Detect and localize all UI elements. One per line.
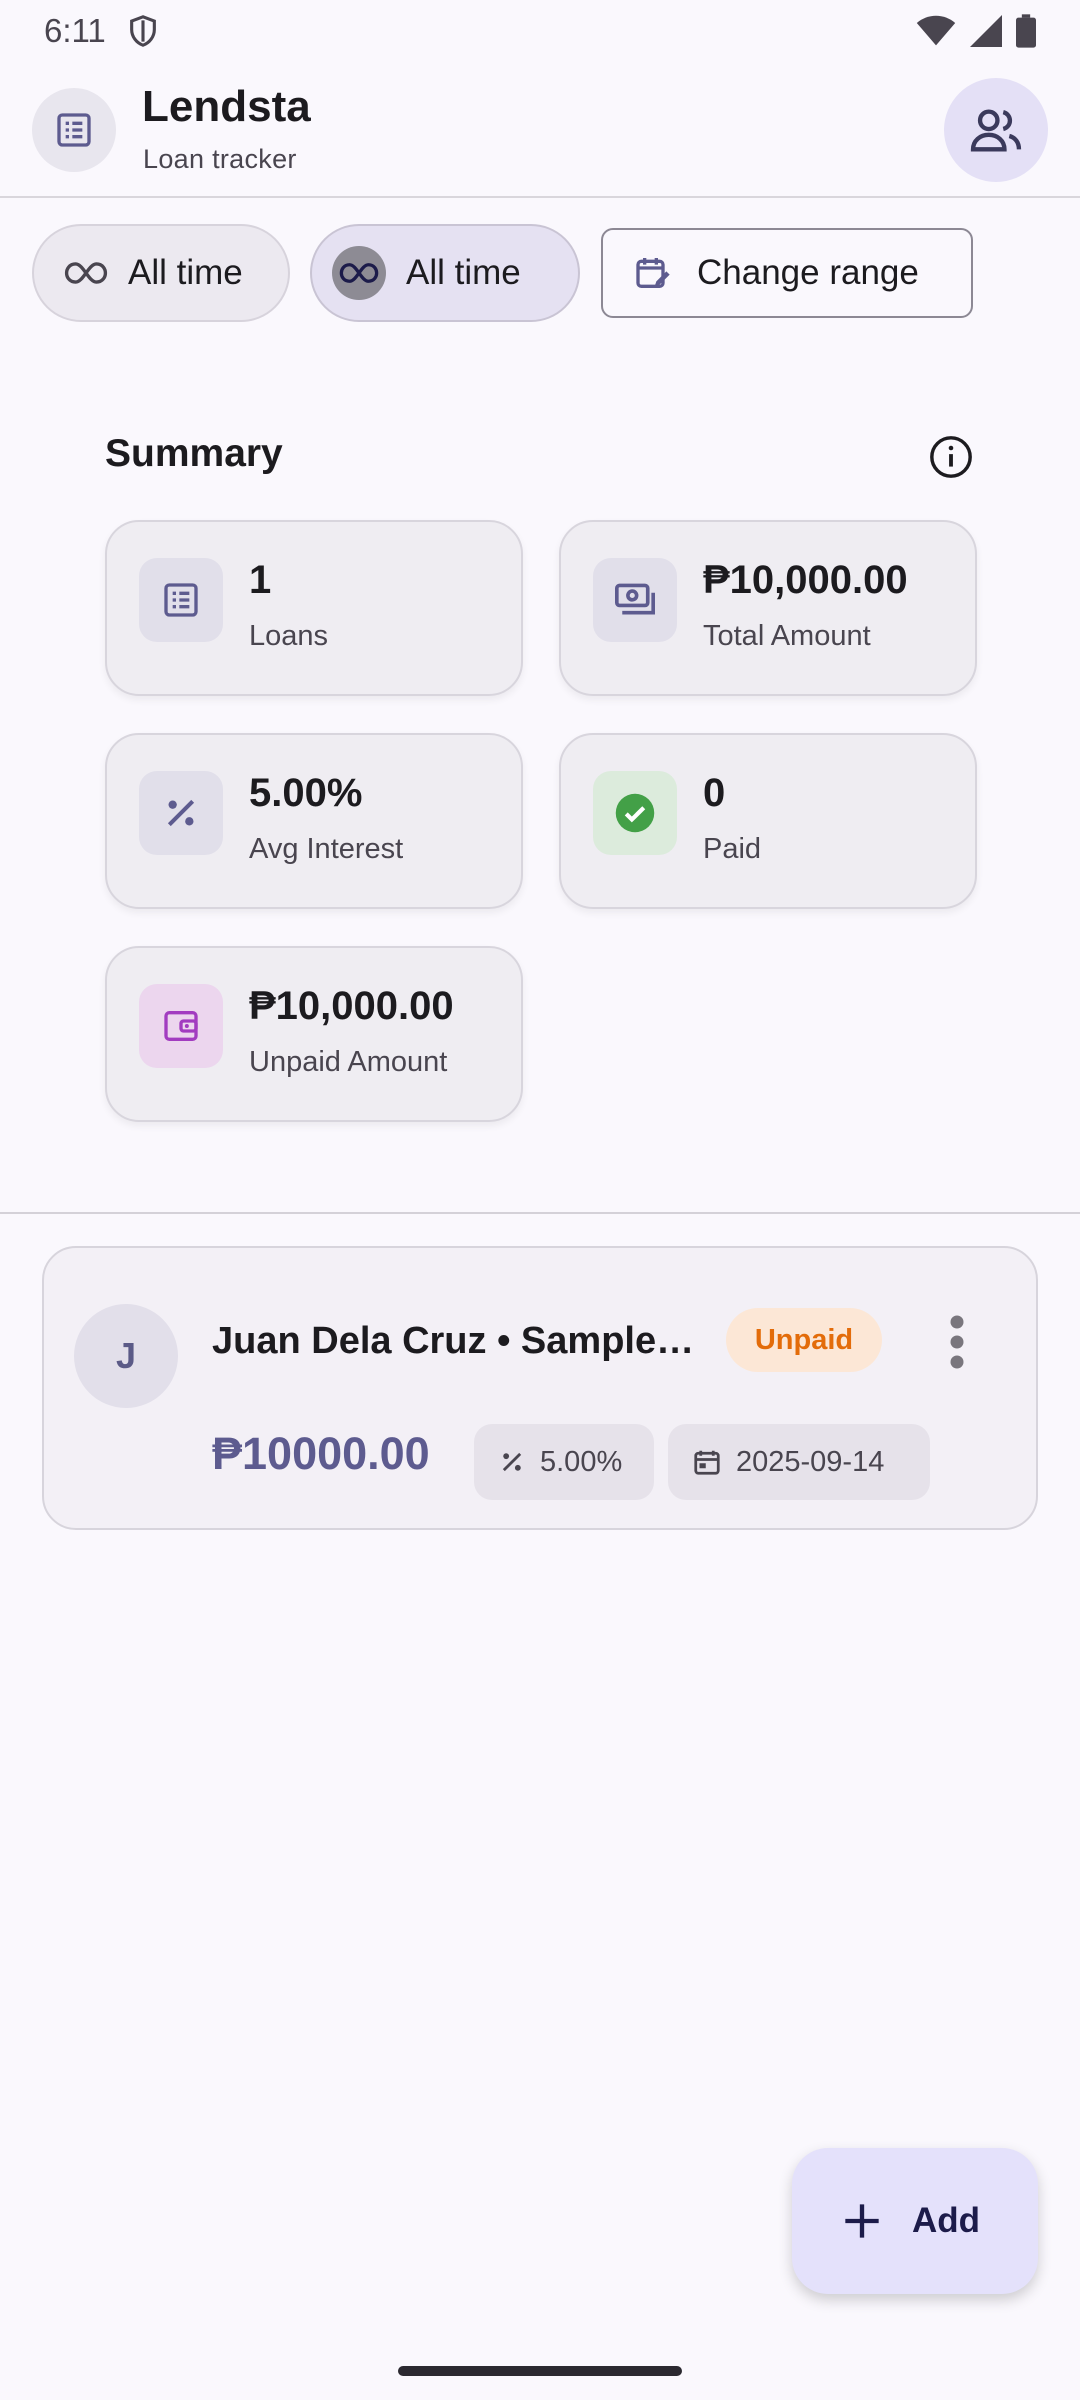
- signal-icon: [970, 15, 1002, 52]
- unpaid-amount-label: Unpaid Amount: [249, 1046, 448, 1078]
- shield-icon: [126, 13, 160, 54]
- check-circle-icon: [593, 771, 677, 855]
- summary-title: Summary: [105, 432, 283, 475]
- loans-label: Loans: [249, 620, 329, 652]
- wifi-icon: [916, 15, 956, 52]
- app-header: Lendsta Loan tracker: [0, 62, 1080, 198]
- plus-icon: [845, 2204, 879, 2238]
- status-time: 6:11: [44, 12, 106, 49]
- list-icon: [57, 113, 91, 147]
- summary-card-avg-interest: 5.00% Avg Interest: [105, 733, 523, 909]
- add-loan-button[interactable]: Add: [792, 2148, 1038, 2294]
- percent-icon: [502, 1452, 522, 1472]
- status-bar: 6:11: [0, 0, 1080, 62]
- range-button-label: Change range: [697, 253, 919, 292]
- infinity-icon: [332, 246, 386, 300]
- contacts-button[interactable]: [944, 78, 1048, 182]
- due-date-value: 2025-09-14: [736, 1445, 885, 1478]
- total-amount-label: Total Amount: [703, 620, 871, 652]
- percent-icon: [139, 771, 223, 855]
- loans-menu-button[interactable]: [32, 88, 116, 172]
- paid-count: 0: [703, 771, 726, 815]
- app-title: Lendsta: [142, 82, 311, 131]
- battery-icon: [1016, 14, 1036, 53]
- section-divider: [0, 1212, 1080, 1214]
- all-time-chip[interactable]: All time: [32, 224, 290, 322]
- interest-rate-chip: 5.00%: [474, 1424, 654, 1500]
- total-amount-value: ₱10,000.00: [703, 558, 908, 602]
- chip-label: All time: [128, 253, 243, 292]
- avatar: J: [74, 1304, 178, 1408]
- all-time-selected-chip[interactable]: All time: [310, 224, 580, 322]
- avg-interest-value: 5.00%: [249, 771, 363, 815]
- summary-card-loans: 1 Loans: [105, 520, 523, 696]
- unpaid-amount-value: ₱10,000.00: [249, 984, 454, 1028]
- interest-rate-value: 5.00%: [540, 1445, 623, 1478]
- status-icons: [916, 14, 1036, 53]
- summary-card-paid: 0 Paid: [559, 733, 977, 909]
- loan-amount: ₱10000.00: [212, 1428, 430, 1479]
- wallet-icon: [139, 984, 223, 1068]
- paid-label: Paid: [703, 833, 762, 865]
- list-icon: [139, 558, 223, 642]
- avg-interest-label: Avg Interest: [249, 833, 404, 865]
- chip-label: All time: [406, 253, 521, 292]
- cash-icon: [593, 558, 677, 642]
- add-label: Add: [912, 2201, 981, 2240]
- due-date-chip: 2025-09-14: [668, 1424, 930, 1500]
- summary-card-unpaid-amount: ₱10,000.00 Unpaid Amount: [105, 946, 523, 1122]
- more-vert-icon[interactable]: [942, 1312, 972, 1372]
- gesture-nav-bar[interactable]: [398, 2366, 682, 2376]
- change-range-button[interactable]: Change range: [601, 228, 973, 318]
- loan-list-item[interactable]: J Juan Dela Cruz • Sample Loan Unpaid ₱1…: [42, 1246, 1038, 1530]
- calendar-icon: [694, 1450, 720, 1475]
- summary-card-total-amount: ₱10,000.00 Total Amount: [559, 520, 977, 696]
- info-icon[interactable]: [928, 434, 974, 485]
- loans-count: 1: [249, 558, 272, 602]
- loan-title: Juan Dela Cruz • Sample Loan: [212, 1320, 702, 1362]
- app-subtitle: Loan tracker: [143, 144, 297, 174]
- status-badge: Unpaid: [726, 1308, 882, 1372]
- calendar-edit-icon: [636, 258, 670, 288]
- infinity-icon: [64, 262, 108, 284]
- people-icon: [970, 109, 1022, 152]
